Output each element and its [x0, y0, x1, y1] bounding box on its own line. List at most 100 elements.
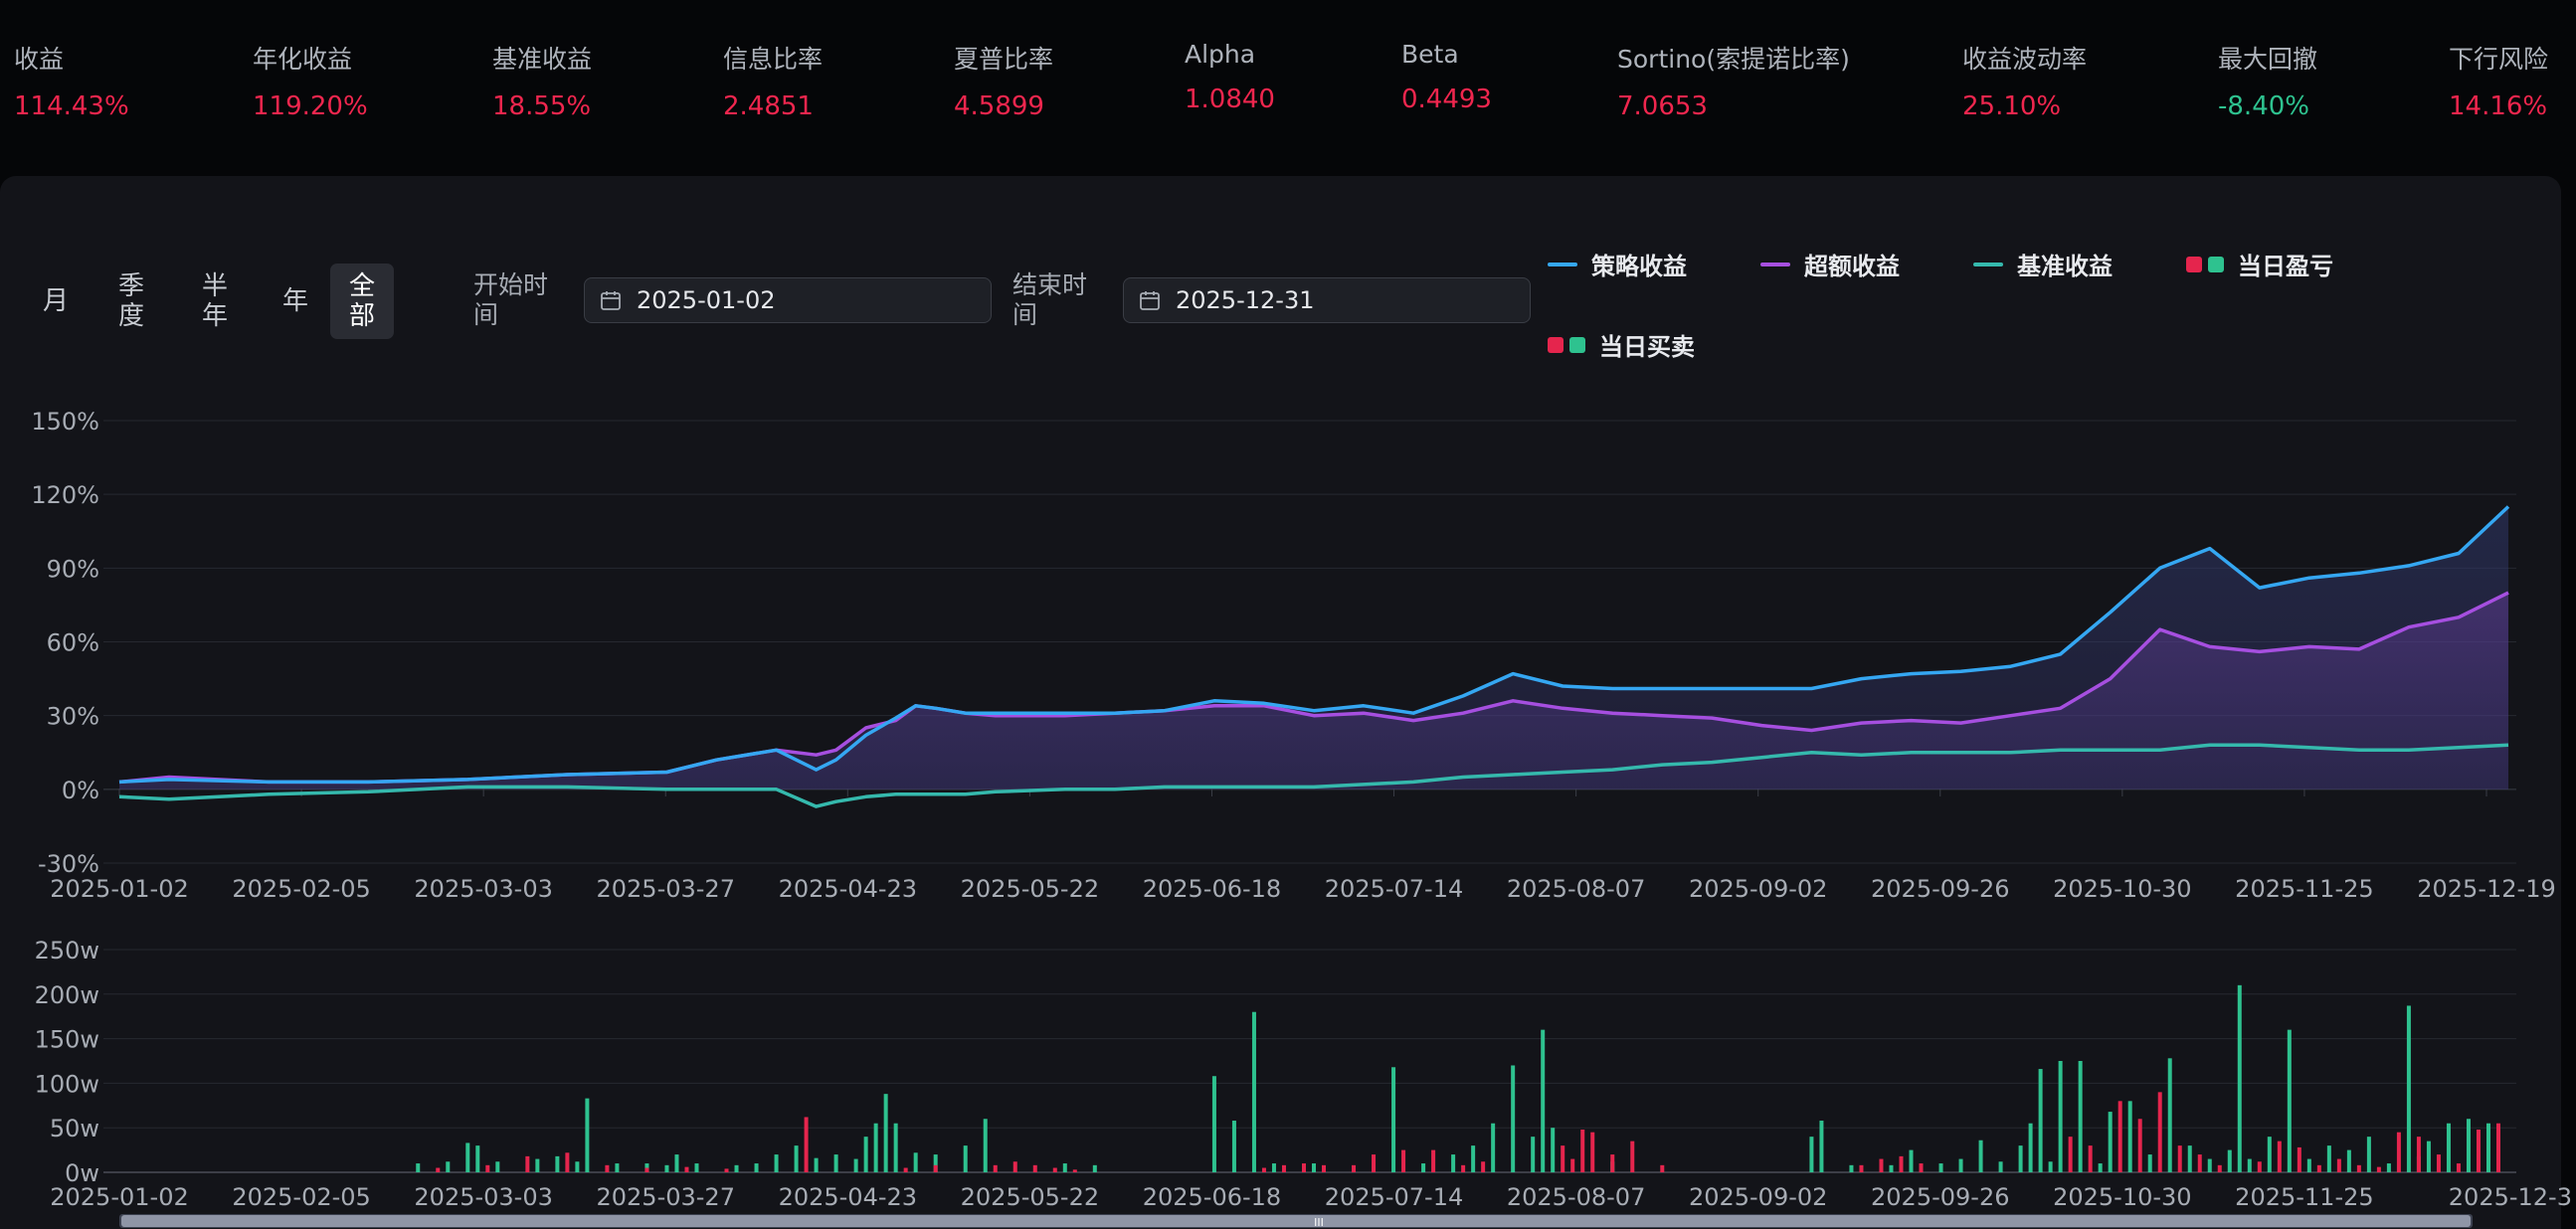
trade-bar	[2217, 1164, 2222, 1172]
x-tick-label: 2025-08-07	[1507, 875, 1645, 903]
trade-bar	[1919, 1163, 1924, 1172]
x-tick-label: 2025-05-22	[961, 875, 1099, 903]
trade-bar	[903, 1167, 908, 1172]
charts: 150%120%90%60%30%0%-30%2025-01-02 2025-02…	[31, 408, 2572, 1229]
bar-x-tick-label: 2025-07-14	[1325, 1183, 1463, 1211]
trade-bar	[1590, 1132, 1595, 1172]
trade-bar	[2396, 1132, 2401, 1172]
trade-bar	[2436, 1154, 2441, 1172]
trade-bar	[963, 1145, 968, 1172]
trade-bar	[2416, 1137, 2421, 1172]
trade-bar	[1461, 1164, 1466, 1172]
trade-bar	[1012, 1161, 1017, 1172]
y-tick-label: 0%	[62, 777, 99, 804]
trade-bar	[2078, 1061, 2083, 1172]
y-tick-label: -30%	[38, 850, 99, 878]
trade-bar	[2456, 1163, 2461, 1172]
x-tick-label: 2025-02-05	[232, 875, 370, 903]
trade-bar	[575, 1161, 580, 1172]
bar-x-tick-label: 2025-05-22	[961, 1183, 1099, 1211]
trade-bar	[1032, 1164, 1037, 1172]
trade-bar	[1998, 1161, 2003, 1172]
trade-bar	[2366, 1137, 2371, 1172]
trade-bar	[774, 1154, 779, 1172]
trade-bar	[1092, 1164, 1097, 1172]
x-tick-label: 2025-07-14	[1325, 875, 1463, 903]
y-tick-label: 90%	[47, 555, 99, 583]
trade-bar	[2098, 1163, 2103, 1172]
trade-bar	[1451, 1154, 1456, 1172]
trade-bar	[2197, 1154, 2202, 1172]
bar-x-tick-label: 2025-11-25	[2235, 1183, 2373, 1211]
x-tick-label: 2025-12-19	[2417, 875, 2555, 903]
trade-bar	[535, 1158, 540, 1172]
trade-bar	[983, 1119, 988, 1172]
trade-bar	[1231, 1121, 1236, 1172]
x-tick-label: 2025-10-30	[2053, 875, 2191, 903]
trade-bar	[2227, 1149, 2232, 1172]
trade-bar	[2306, 1158, 2311, 1172]
trade-bar	[754, 1163, 759, 1172]
trade-bar	[1251, 1011, 1256, 1172]
bar-x-tick-label: 2025-02-05	[232, 1183, 370, 1211]
trade-bar	[2446, 1123, 2451, 1172]
trade-bar	[605, 1164, 610, 1172]
trade-bar	[2147, 1154, 2152, 1172]
trade-bar	[1431, 1149, 1436, 1172]
trade-bar	[1471, 1145, 1476, 1172]
bar-x-tick-label: 2025-09-02	[1689, 1183, 1827, 1211]
bar-y-tick-label: 150w	[35, 1026, 99, 1054]
bar-y-tick-label: 250w	[35, 937, 99, 965]
trade-bar	[2237, 984, 2242, 1172]
timeline-scrollbar-handle[interactable]	[121, 1215, 2471, 1227]
trade-bar	[724, 1168, 729, 1172]
trade-volume-chart: 250w200w150w100w50w0w2025-01-02 2025-02-0…	[35, 937, 2572, 1211]
trade-bar	[853, 1158, 858, 1172]
y-tick-label: 150%	[31, 408, 99, 436]
bar-y-tick-label: 50w	[50, 1115, 99, 1142]
trade-bar	[1570, 1158, 1575, 1172]
trade-bar	[2406, 1005, 2411, 1172]
trade-bar	[1531, 1137, 1536, 1172]
trade-bar	[1561, 1145, 1565, 1172]
y-tick-label: 60%	[47, 629, 99, 657]
trade-bar	[1271, 1163, 1276, 1172]
trade-bar	[2018, 1145, 2023, 1172]
trade-bar	[1481, 1161, 1486, 1172]
bar-x-tick-label: 2025-06-18	[1143, 1183, 1281, 1211]
trade-bar	[674, 1154, 679, 1172]
trade-bar	[863, 1137, 868, 1172]
trade-bar	[694, 1163, 699, 1172]
trade-bar	[2257, 1161, 2262, 1172]
trade-bar	[2117, 1101, 2122, 1172]
trade-bar	[1610, 1154, 1615, 1172]
trade-bar	[794, 1145, 799, 1172]
trade-bar	[555, 1155, 560, 1172]
x-tick-label: 2025-09-02	[1689, 875, 1827, 903]
trade-bar	[644, 1167, 649, 1172]
trade-bar	[883, 1094, 888, 1172]
trade-bar	[2038, 1069, 2043, 1172]
trade-bar	[2297, 1146, 2301, 1172]
trade-bar	[1809, 1137, 1814, 1172]
trade-bar	[1322, 1164, 1327, 1172]
trade-bar	[2485, 1123, 2490, 1172]
trade-bar	[2088, 1145, 2093, 1172]
trade-bar	[1072, 1169, 1077, 1172]
trade-bar	[1978, 1140, 1983, 1172]
trade-bar	[2127, 1101, 2132, 1172]
trade-bar	[1372, 1154, 1377, 1172]
returns-chart: 150% 120% 90% 60% 30% 0% -30%2025-01-02 2025-02…	[31, 408, 2555, 903]
trade-bar	[2426, 1141, 2431, 1172]
scrollbar-grip[interactable]: III	[1314, 1216, 1324, 1229]
trade-bar	[585, 1098, 590, 1172]
trade-bar	[1421, 1163, 1426, 1172]
trade-bar	[1541, 1029, 1546, 1172]
trade-bar	[525, 1155, 530, 1172]
trade-bar	[465, 1142, 470, 1172]
trade-bar	[2137, 1119, 2142, 1172]
trade-bar	[1859, 1164, 1864, 1172]
bar-y-tick-label: 200w	[35, 981, 99, 1009]
y-tick-label: 120%	[31, 481, 99, 509]
trade-bar	[2476, 1129, 2481, 1172]
